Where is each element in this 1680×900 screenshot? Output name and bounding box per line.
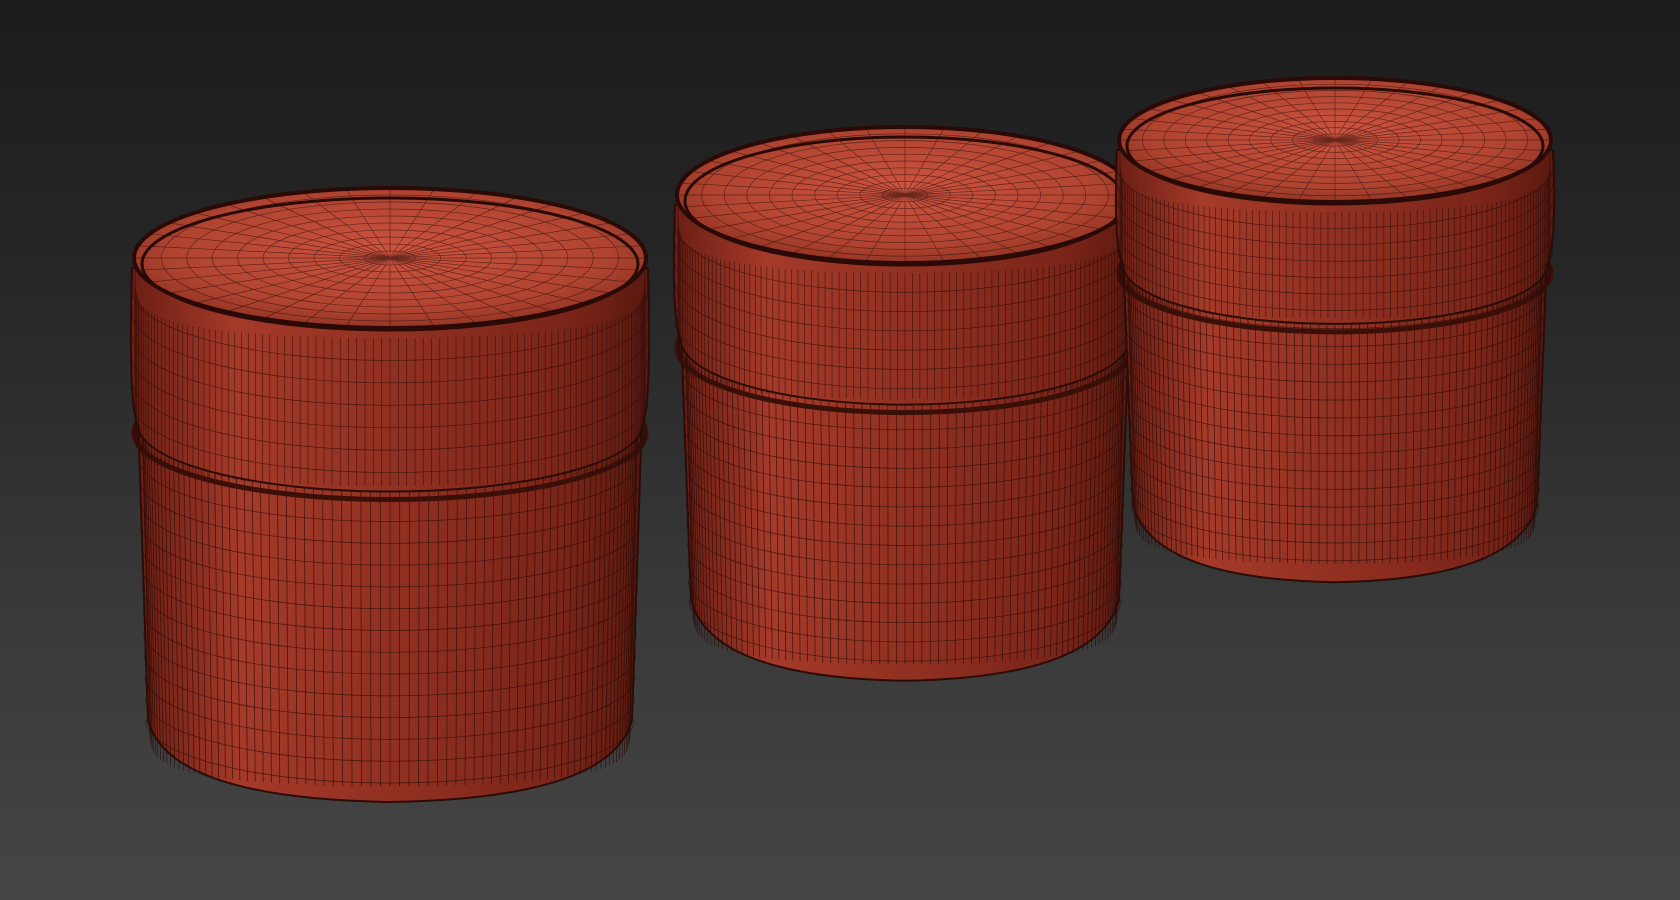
pouf-middle[interactable] bbox=[672, 125, 1138, 682]
3d-viewport[interactable] bbox=[0, 0, 1680, 900]
pouf-right[interactable] bbox=[1114, 76, 1556, 584]
scene-canvas[interactable] bbox=[0, 0, 1680, 900]
pouf-left[interactable] bbox=[129, 186, 651, 804]
